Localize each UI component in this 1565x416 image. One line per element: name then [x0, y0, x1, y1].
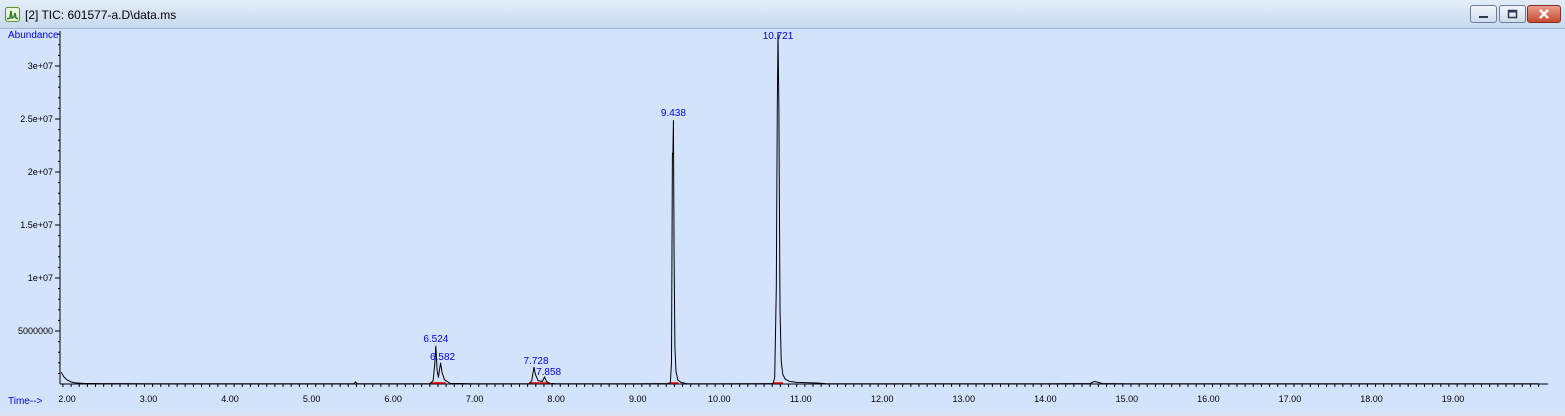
x-tick-label: 15.00	[1116, 394, 1139, 404]
x-tick-label: 5.00	[303, 394, 321, 404]
close-button[interactable]	[1527, 5, 1561, 23]
x-tick-label: 19.00	[1442, 394, 1465, 404]
y-tick-label: 1e+07	[28, 273, 53, 283]
tic-trace-group	[60, 33, 1539, 385]
maximize-button[interactable]	[1499, 5, 1526, 23]
y-axis: 5000000 1e+07 1.5e+07 2e+07 2.5e+07 3e+07	[18, 31, 61, 384]
maximize-icon	[1507, 9, 1518, 19]
x-tick-label: 11.00	[790, 394, 812, 404]
tic-chart: 5000000 1e+07 1.5e+07 2e+07 2.5e+07 3e+07 2.0…	[8, 30, 1548, 407]
x-axis-label: Time-->	[8, 396, 43, 407]
y-tick-label: 1.5e+07	[20, 220, 53, 230]
window-titlebar[interactable]: [2] TIC: 601577-a.D\data.ms	[0, 0, 1565, 29]
x-tick-label: 4.00	[221, 394, 239, 404]
y-tick-label: 2.5e+07	[20, 114, 53, 124]
x-axis: 2.00 3.00 4.00 5.00 6.00 7.00 8.00 9.00 10.00 11.…	[58, 383, 1548, 404]
x-tick-label: 16.00	[1197, 394, 1220, 404]
minimize-icon	[1479, 16, 1488, 18]
x-tick-label: 13.00	[953, 394, 976, 404]
x-tick-label: 2.00	[58, 394, 76, 404]
x-tick-label: 6.00	[384, 394, 402, 404]
chromatogram-app-icon	[5, 7, 20, 22]
x-tick-label: 10.00	[708, 394, 731, 404]
close-icon	[1539, 9, 1549, 19]
peak-label: 9.438	[661, 108, 686, 119]
y-tick-label: 2e+07	[28, 167, 53, 177]
x-tick-label: 14.00	[1034, 394, 1057, 404]
peak-label: 10.721	[763, 31, 794, 42]
window-title: [2] TIC: 601577-a.D\data.ms	[25, 8, 177, 22]
peak-label: 6.524	[423, 334, 448, 345]
peak-label: 7.858	[536, 367, 561, 378]
minimize-button[interactable]	[1470, 5, 1497, 23]
peak-labels: 6.524 6.582 7.7287.858 9.438 10.721	[423, 31, 793, 378]
peak-label: 6.582	[430, 352, 455, 363]
y-tick-label: 3e+07	[28, 61, 53, 71]
chromatogram-plot-area[interactable]: 5000000 1e+07 1.5e+07 2e+07 2.5e+07 3e+07 2.0…	[0, 29, 1565, 411]
y-tick-label: 5000000	[18, 326, 53, 336]
y-axis-label: Abundance	[8, 30, 59, 41]
x-tick-label: 18.00	[1360, 394, 1383, 404]
peak-label: 7.728	[523, 356, 548, 367]
x-tick-label: 8.00	[547, 394, 565, 404]
x-tick-label: 12.00	[871, 394, 894, 404]
x-tick-label: 3.00	[140, 394, 158, 404]
x-tick-label: 9.00	[629, 394, 647, 404]
tic-trace	[60, 33, 1539, 385]
x-tick-label: 17.00	[1279, 394, 1302, 404]
x-tick-label: 7.00	[466, 394, 484, 404]
